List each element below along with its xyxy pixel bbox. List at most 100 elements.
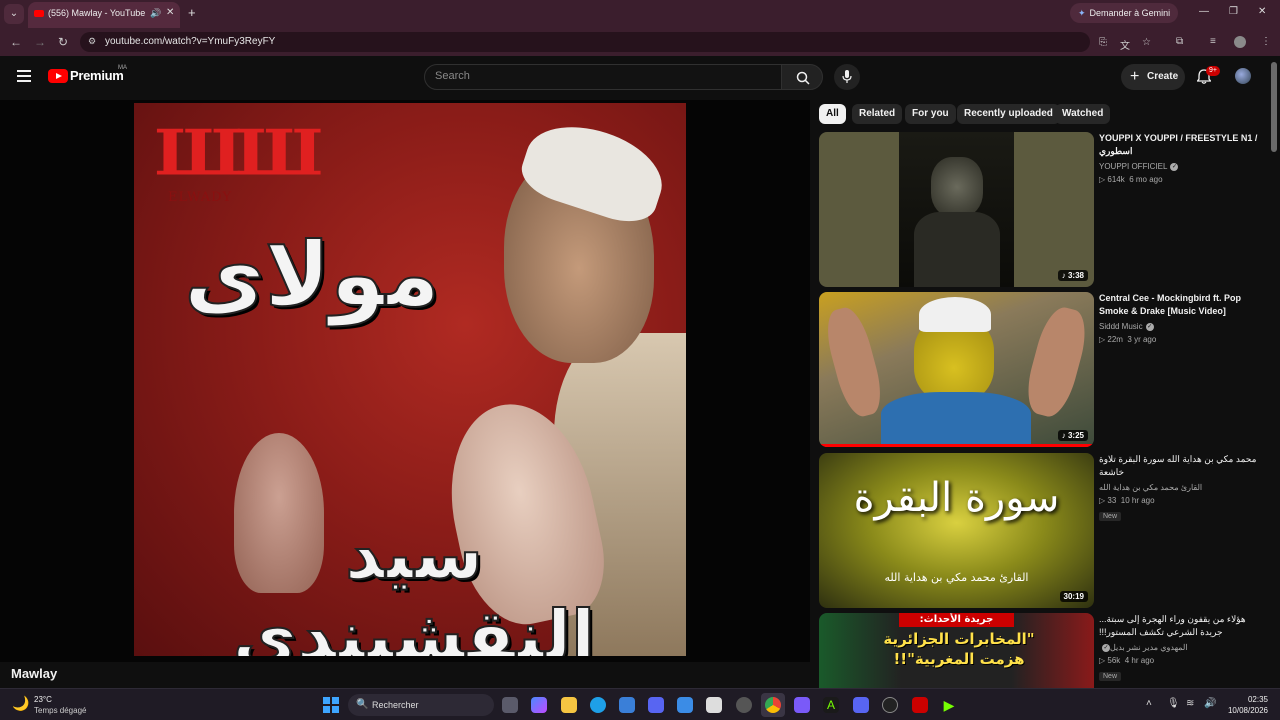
duration-badge: ♪ 3:38 [1057,270,1088,281]
youtube-brand[interactable]: Premium [70,68,124,83]
close-window-icon[interactable]: ✕ [1258,6,1266,17]
tab-title: (556) Mawlay - YouTube [48,8,146,18]
plus-icon: + [1130,68,1140,85]
extensions-icon[interactable]: ⧉ [1176,36,1183,47]
weather-description[interactable]: Temps dégagé [34,706,86,715]
chevron-up-icon[interactable]: ˄ [1146,698,1152,709]
back-icon[interactable]: ← [10,35,22,49]
search-button[interactable] [781,64,823,90]
chrome-icon[interactable] [765,697,781,713]
new-badge: New [1099,672,1122,681]
create-button[interactable]: + Create [1121,64,1185,90]
account-avatar[interactable] [1235,68,1251,84]
windows-start-icon[interactable] [323,697,339,713]
recommendation-title[interactable]: هؤلاء من يقفون وراء الهجرة إلى سبتة... ج… [1099,613,1259,639]
channel-name[interactable]: YOUPPI OFFICIEL [1099,162,1167,171]
url-text[interactable]: youtube.com/watch?v=YmuFy3ReyFY [105,36,275,47]
verified-icon: ✓ [1145,322,1154,331]
reload-icon[interactable]: ↻ [58,35,68,49]
channel-name[interactable]: القارئ محمد مكي بن هداية الله [1099,483,1202,492]
translate-icon[interactable]: 文 [1120,37,1130,52]
recommendation-title[interactable]: YOUPPI X YOUPPI / FREESTYLE N1 / اسطوري [1099,132,1259,158]
channel-name[interactable]: Siddd Music [1099,322,1143,331]
view-count: 33 [1107,496,1117,505]
app-icon[interactable] [882,697,898,713]
app-icon[interactable] [706,697,722,713]
edge-icon[interactable] [590,697,606,713]
copilot-icon[interactable] [531,697,547,713]
maximize-icon[interactable]: ❐ [1229,6,1238,17]
video-player[interactable]: ШШ ELWADY مولاى سيد النقشبندى [0,100,810,662]
file-explorer-icon[interactable] [561,697,577,713]
new-tab-button[interactable]: + [188,5,196,20]
clock-date[interactable]: 10/08/2026 [1222,706,1268,715]
address-bar[interactable]: ⚙ youtube.com/watch?v=YmuFy3ReyFY ⎘ 文 ☆ [80,32,1151,52]
close-tab-icon[interactable]: ✕ [166,7,174,18]
search-box[interactable] [424,64,782,90]
windows-taskbar: 🌙 23°C Temps dégagé 🔍 Rechercher A ▶ ˄ 🎙 … [0,688,1280,720]
install-app-icon[interactable]: ⎘ [1099,37,1107,48]
forward-icon[interactable]: → [34,35,46,49]
play-app-icon[interactable]: ▶ [941,697,957,713]
game-icon[interactable] [794,697,810,713]
video-thumbnail[interactable]: ♪ 3:25 [819,292,1094,447]
microphone-icon[interactable]: 🎙 [1167,698,1180,709]
duration-badge: ♪ 3:25 [1057,430,1088,441]
thumbnail-title: سورة البقرة [853,475,1060,521]
more-menu-icon[interactable]: ⋮ [1261,36,1271,47]
minimize-icon[interactable]: — [1199,6,1209,17]
voice-search-button[interactable] [834,64,860,90]
media-control-icon[interactable]: ≡ [1210,36,1216,47]
browser-tab[interactable]: (556) Mawlay - YouTube 🔊 ✕ [28,2,180,28]
chip-recently-uploaded[interactable]: Recently uploaded [957,104,1060,124]
weather-temperature[interactable]: 23°C [34,695,52,704]
discord-app-icon[interactable] [853,697,869,713]
search-icon: 🔍 [356,699,369,710]
thumbnail-hand-left [820,303,888,421]
store-icon[interactable] [619,697,635,713]
bookmark-star-icon[interactable]: ☆ [1142,37,1151,48]
verified-icon: ✓ [1170,162,1179,171]
gemini-button[interactable]: ✦ Demander à Gemini [1070,3,1179,23]
menu-icon[interactable] [17,70,31,82]
chip-for-you[interactable]: For you [905,104,956,124]
speaker-icon[interactable]: 🔊 [150,8,161,19]
elwady-logo-mark: ШШ [154,115,324,190]
page-scrollbar[interactable] [1271,62,1277,152]
chip-all[interactable]: All [819,104,846,124]
profile-avatar-icon[interactable] [1234,36,1246,48]
recommendation-title[interactable]: Central Cee - Mockingbird ft. Pop Smoke … [1099,292,1259,318]
search-input[interactable] [435,70,765,82]
video-artwork[interactable]: ШШ ELWADY مولاى سيد النقشبندى [134,103,686,656]
site-info-icon[interactable]: ⚙ [88,36,96,47]
video-thumbnail[interactable]: جريدة الأحداث: "المخابرات الجزائرية هزمت… [819,613,1094,688]
recommendation-title[interactable]: محمد مكي بن هداية الله سورة البقرة تلاوة… [1099,453,1259,479]
view-count: 614k [1107,175,1125,184]
notification-count-badge: 9+ [1206,66,1220,76]
thumbnail-banner: جريدة الأحداث: [899,613,1014,627]
video-stats: ▷ 33 10 hr ago [1099,496,1259,505]
wifi-icon[interactable]: ≋ [1186,698,1194,709]
upload-age: 10 hr ago [1120,496,1155,505]
app-a-icon[interactable]: A [823,697,839,713]
volume-icon[interactable]: 🔊 [1204,698,1216,709]
upload-age: 6 mo ago [1129,175,1163,184]
search-icon [796,71,810,85]
taskbar-search[interactable]: 🔍 Rechercher [348,694,494,716]
chip-related[interactable]: Related [852,104,903,124]
steam-icon[interactable] [736,697,752,713]
address-toolbar: ← → ↻ ⚙ youtube.com/watch?v=YmuFy3ReyFY … [0,28,1280,56]
moon-weather-icon[interactable]: 🌙 [12,695,29,712]
view-count: 22m [1107,335,1123,344]
app-icon[interactable] [912,697,928,713]
discord-icon[interactable] [648,697,664,713]
tab-search-button[interactable]: ⌄ [4,4,24,24]
task-view-icon[interactable] [502,697,518,713]
clock-time[interactable]: 02:35 [1232,695,1268,704]
video-thumbnail[interactable]: سورة البقرة القارئ محمد مكي بن هداية الل… [819,453,1094,608]
video-thumbnail[interactable]: ♪ 3:38 [819,132,1094,287]
chip-watched[interactable]: Watched [1055,104,1111,124]
channel-name[interactable]: المهدوي مدير نشر بديل [1110,643,1188,652]
mail-icon[interactable] [677,697,693,713]
youtube-logo-icon[interactable] [48,69,68,83]
